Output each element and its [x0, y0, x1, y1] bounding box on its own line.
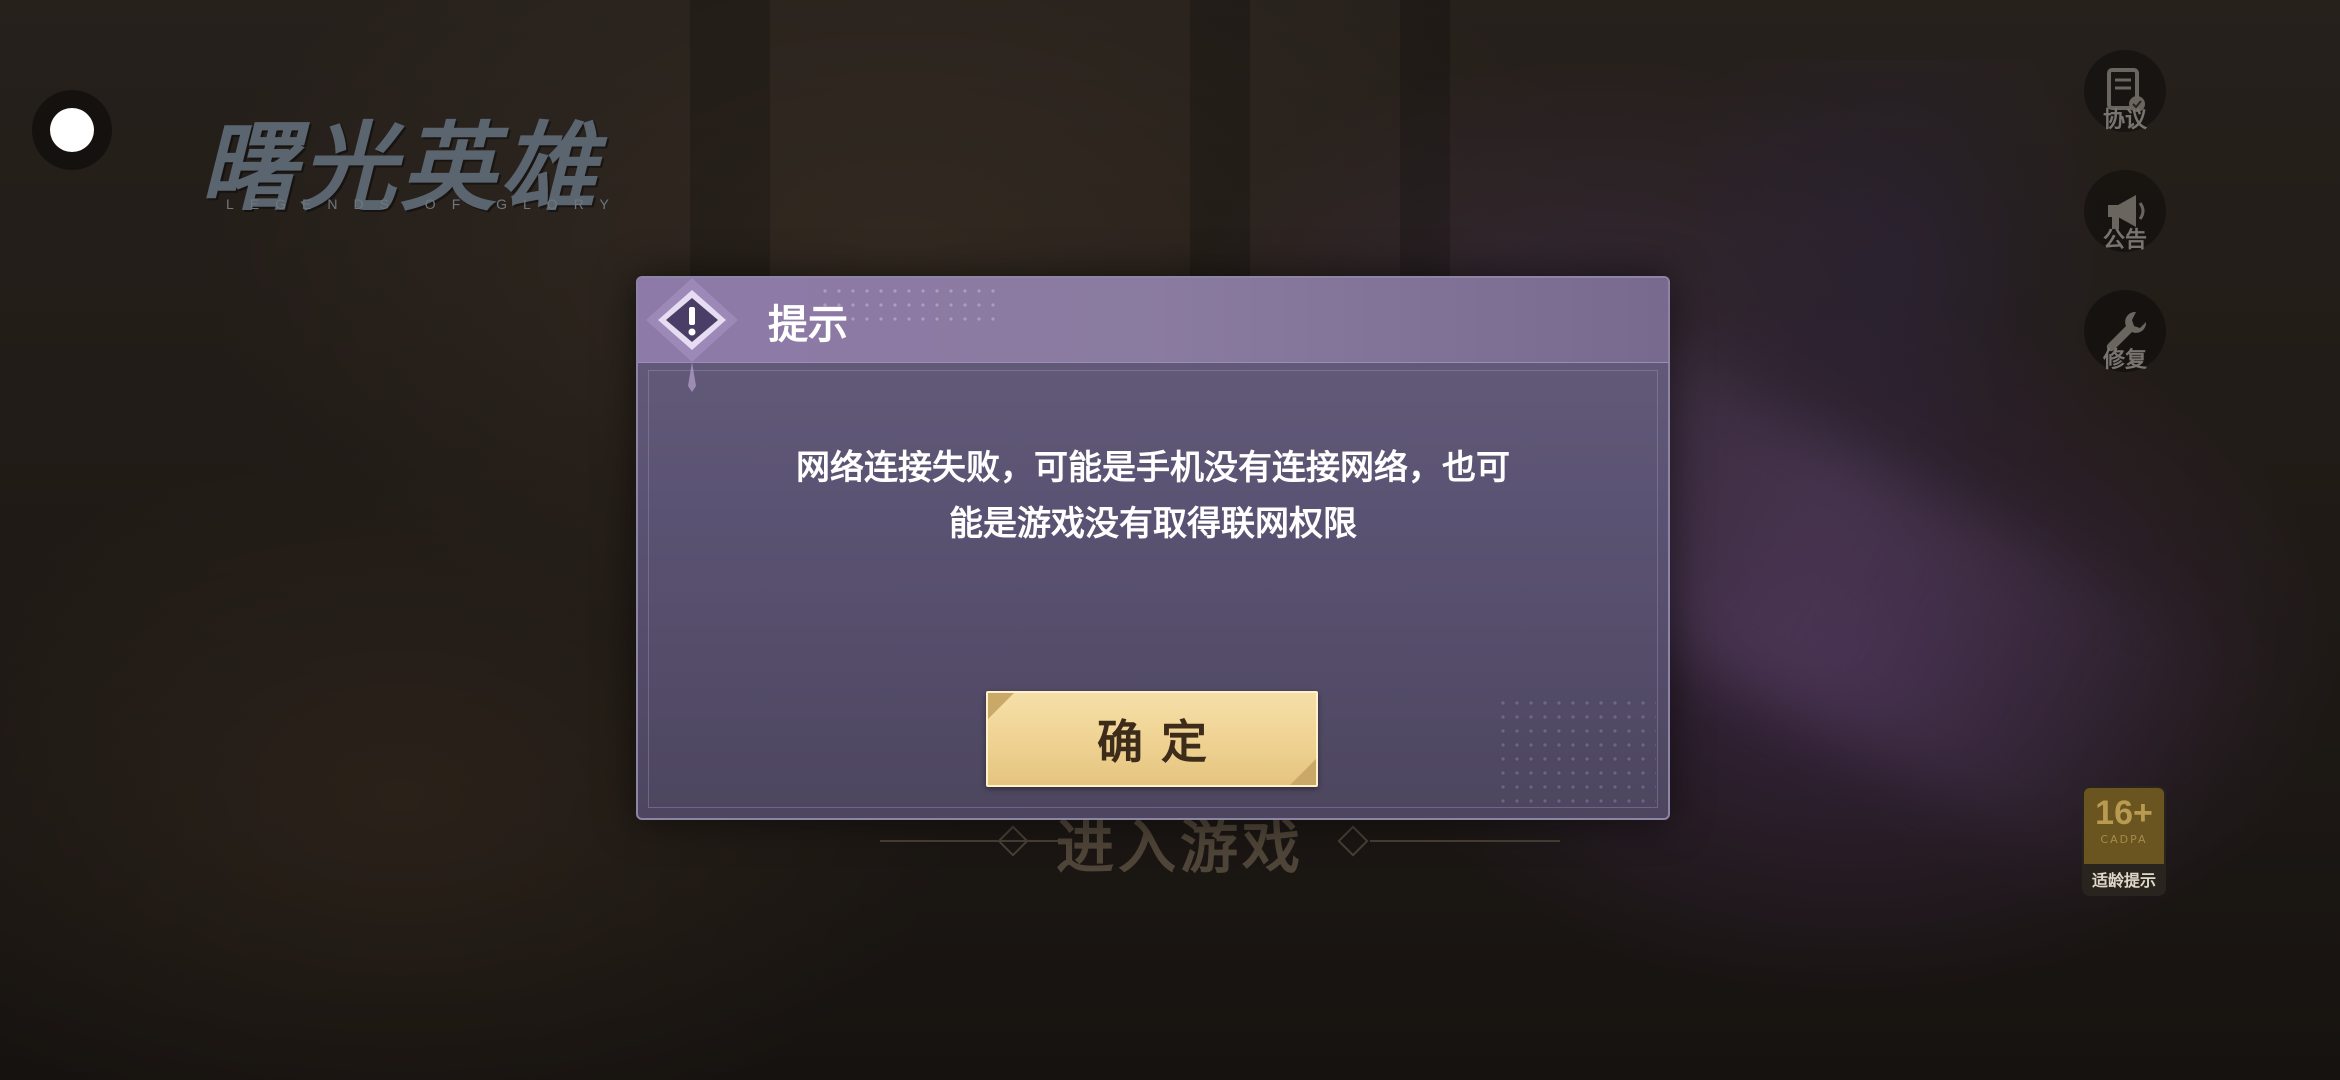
confirm-button[interactable]: 确定 — [986, 691, 1318, 787]
agreement-label: 协议 — [2102, 108, 2147, 133]
network-error-dialog: 提示 网络连接失败，可能是手机没有连接网络，也可 能是游戏没有取得联网权限 确定 — [636, 276, 1670, 820]
dialog-message-line-2: 能是游戏没有取得联网权限 — [949, 504, 1357, 544]
confirm-button-label: 确定 — [1097, 715, 1225, 769]
dialog-title: 提示 — [768, 302, 848, 348]
repair-button[interactable]: 修复 — [2082, 290, 2168, 390]
agreement-button[interactable]: 协议 — [2082, 50, 2168, 150]
dialog-message: 网络连接失败，可能是手机没有连接网络，也可 能是游戏没有取得联网权限 — [738, 440, 1568, 552]
warning-icon — [646, 278, 738, 392]
age-rating-value: 16+ — [2095, 794, 2153, 832]
button-corner-decoration — [988, 693, 1014, 719]
age-rating-org: CADPA — [2100, 833, 2148, 846]
repair-label: 修复 — [2102, 348, 2147, 373]
button-corner-decoration — [1290, 759, 1316, 785]
floating-assistive-button[interactable] — [32, 90, 112, 170]
age-rating-badge[interactable]: 16+ CADPA 适龄提示 — [2082, 786, 2166, 896]
logo-english: LEGENDS OF GLORY — [226, 196, 625, 212]
dialog-message-line-1: 网络连接失败，可能是手机没有连接网络，也可 — [796, 448, 1510, 488]
floating-ball-dot — [50, 108, 94, 152]
age-rating-label: 适龄提示 — [2084, 864, 2164, 894]
corner-dot-pattern — [1496, 696, 1656, 806]
announcement-label: 公告 — [2102, 228, 2147, 253]
enter-game-divider-right — [1370, 840, 1560, 842]
announcement-button[interactable]: 公告 — [2082, 170, 2168, 270]
game-logo: 曙光英雄 LEGENDS OF GLORY — [200, 90, 700, 224]
